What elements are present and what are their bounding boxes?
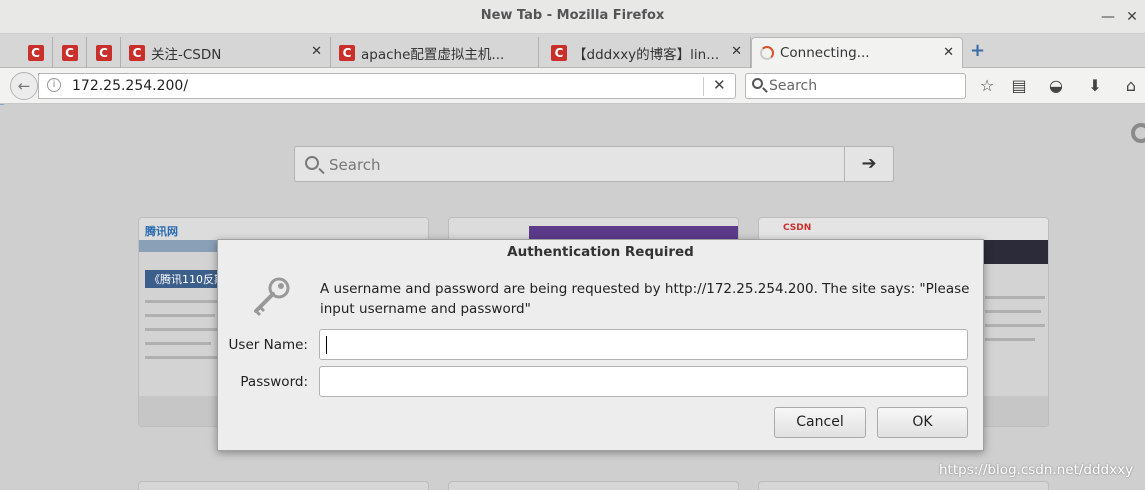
- pocket-icon[interactable]: ◒: [1046, 76, 1066, 96]
- tab-dddxxy-blog[interactable]: C 【dddxxy的博客】lin... ✕: [543, 37, 751, 68]
- search-icon: [752, 78, 763, 89]
- ok-button[interactable]: OK: [877, 407, 968, 438]
- info-icon[interactable]: i: [47, 78, 61, 92]
- home-icon[interactable]: ⌂: [1121, 76, 1141, 96]
- search-input[interactable]: Search: [745, 73, 966, 99]
- key-icon: [254, 277, 290, 317]
- url-separator: [703, 77, 704, 96]
- tab-label: 关注-CSDN: [151, 46, 222, 63]
- auth-dialog: Authentication Required A username and p…: [217, 239, 984, 451]
- newtab-search-input[interactable]: Search ➔: [294, 146, 894, 182]
- tab-pinned-csdn-3[interactable]: C: [87, 37, 121, 68]
- tab-close-icon[interactable]: ✕: [731, 44, 742, 59]
- password-field[interactable]: [319, 366, 968, 397]
- thumbnail-header: 腾讯网: [139, 218, 428, 240]
- csdn-favicon-icon: C: [61, 44, 78, 61]
- site-thumbnail-row2-3[interactable]: [758, 481, 1049, 490]
- url-bar[interactable]: i 172.25.254.200/ ✕: [38, 73, 736, 99]
- dialog-message: A username and password are being reques…: [320, 281, 970, 317]
- csdn-favicon-icon: C: [339, 44, 355, 61]
- csdn-favicon-icon: C: [95, 44, 112, 61]
- username-label: User Name:: [228, 337, 308, 353]
- tab-pinned-csdn-1[interactable]: C: [19, 37, 53, 68]
- text-caret: [326, 336, 327, 354]
- search-placeholder: Search: [769, 78, 818, 94]
- thumbnail-site-name: 腾讯网: [145, 225, 178, 238]
- gear-icon[interactable]: [1131, 123, 1145, 143]
- download-icon[interactable]: ⬇: [1085, 76, 1105, 96]
- newtab-search-placeholder: Search: [329, 156, 381, 174]
- site-thumbnail-row2-2[interactable]: [448, 481, 739, 490]
- bookmark-star-icon[interactable]: ☆: [977, 76, 997, 96]
- close-window-icon[interactable]: ✕: [1123, 8, 1141, 26]
- tab-guanzhu-csdn[interactable]: C 关注-CSDN ✕: [121, 37, 331, 68]
- window-title: New Tab - Mozilla Firefox: [480, 8, 665, 23]
- thumbnail-header: CSDN: [759, 218, 1048, 240]
- reading-list-icon[interactable]: ▤: [1009, 76, 1029, 96]
- back-icon[interactable]: ←: [10, 72, 38, 100]
- arrow-right-icon[interactable]: ➔: [844, 147, 893, 181]
- tab-apache-config[interactable]: C apache配置虚拟主机...: [331, 37, 539, 68]
- tab-close-icon[interactable]: ✕: [943, 45, 954, 60]
- tab-connecting[interactable]: Connecting... ✕: [751, 37, 963, 68]
- new-tab-plus-icon[interactable]: +: [970, 42, 985, 60]
- watermark-text: https://blog.csdn.net/dddxxy: [939, 462, 1134, 478]
- thumbnail-site-name: CSDN: [783, 223, 812, 233]
- username-field[interactable]: [319, 329, 968, 360]
- minimize-icon[interactable]: —: [1099, 8, 1117, 26]
- cancel-button[interactable]: Cancel: [774, 407, 866, 438]
- tab-strip: C C C C 关注-CSDN ✕ C apache配置虚拟主机... C 【d…: [0, 34, 1145, 68]
- tab-label: apache配置虚拟主机...: [361, 46, 505, 63]
- csdn-favicon-icon: C: [551, 44, 567, 61]
- search-icon: [305, 156, 319, 170]
- tab-close-icon[interactable]: ✕: [311, 44, 322, 59]
- url-text[interactable]: 172.25.254.200/: [72, 78, 188, 94]
- dialog-title: Authentication Required: [507, 244, 694, 260]
- window-titlebar: New Tab - Mozilla Firefox — ✕: [0, 0, 1145, 34]
- loading-spinner-icon: [760, 46, 774, 60]
- site-thumbnail-row2-1[interactable]: [138, 481, 429, 490]
- tab-pinned-csdn-2[interactable]: C: [53, 37, 87, 68]
- navigation-toolbar: ← i 172.25.254.200/ ✕ Search ☆ ▤ ◒ ⬇ ⌂: [0, 68, 1145, 104]
- csdn-favicon-icon: C: [129, 44, 145, 61]
- tab-label: 【dddxxy的博客】lin...: [573, 46, 720, 63]
- password-label: Password:: [240, 374, 308, 390]
- clear-url-icon[interactable]: ✕: [713, 76, 726, 94]
- csdn-favicon-icon: C: [27, 44, 44, 61]
- tab-label: Connecting...: [780, 45, 870, 61]
